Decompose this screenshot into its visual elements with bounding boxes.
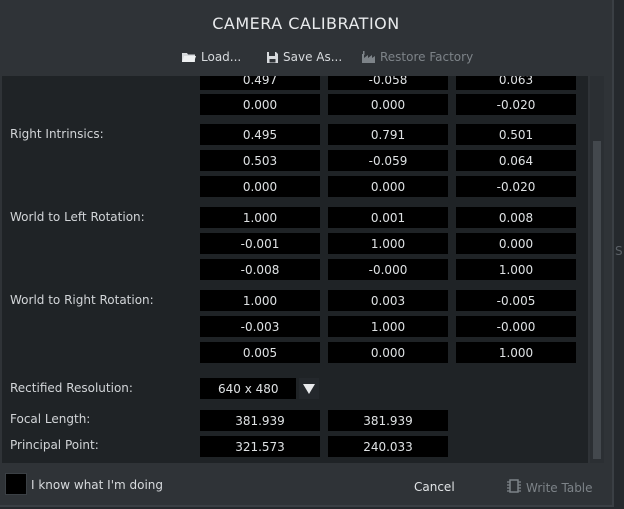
matrix-cell[interactable]: -0.003 [200,316,320,337]
resolution-dropdown-button[interactable] [299,378,319,399]
right-intrinsics-label: Right Intrinsics: [10,127,104,141]
matrix-cell[interactable]: -0.000 [456,316,576,337]
cancel-button[interactable]: Cancel [414,480,455,494]
matrix-cell[interactable]: 0.000 [328,94,448,115]
principal-point-label: Principal Point: [10,438,99,452]
save-as-label: Save As... [283,50,343,64]
background-edge-text: S [615,244,623,258]
matrix-cell[interactable]: 0.495 [200,124,320,145]
matrix-cell[interactable]: 0.064 [456,150,576,171]
load-button[interactable]: Load... [181,50,241,64]
calibration-table: Right Intrinsics: World to Left Rotation… [2,76,588,463]
matrix-cell[interactable]: 1.000 [456,259,576,280]
dialog-title: CAMERA CALIBRATION [212,14,400,33]
matrix-cell[interactable]: -0.001 [200,233,320,254]
matrix-cell[interactable]: 0.005 [200,342,320,363]
matrix-cell[interactable]: 1.000 [456,342,576,363]
i-know-checkbox-label: I know what I'm doing [31,478,164,492]
matrix-cell[interactable]: -0.059 [328,150,448,171]
chip-icon [507,478,521,497]
matrix-cell[interactable]: -0.008 [200,259,320,280]
focal-length-x-field[interactable]: 381.939 [200,410,320,431]
matrix-cell[interactable]: -0.020 [456,176,576,197]
matrix-cell[interactable]: 0.000 [200,176,320,197]
matrix-cell[interactable]: 0.497 [200,76,320,90]
save-as-button[interactable]: Save As... [266,50,342,64]
matrix-cell[interactable]: 0.501 [456,124,576,145]
matrix-cell[interactable]: 0.003 [328,290,448,311]
load-label: Load... [201,50,242,64]
matrix-cell[interactable]: -0.005 [456,290,576,311]
matrix-cell[interactable]: -0.020 [456,94,576,115]
matrix-cell[interactable]: 1.000 [200,290,320,311]
rectified-resolution-label: Rectified Resolution: [10,381,133,395]
factory-icon [361,51,376,63]
triangle-down-icon [303,379,315,398]
matrix-cell[interactable]: 0.001 [328,207,448,228]
i-know-checkbox[interactable] [5,473,27,495]
matrix-cell[interactable]: 0.503 [200,150,320,171]
world-to-left-rotation-label: World to Left Rotation: [10,210,145,224]
principal-point-x-field[interactable]: 321.573 [200,436,320,457]
matrix-cell[interactable]: 0.000 [328,342,448,363]
world-to-right-rotation-label: World to Right Rotation: [10,293,154,307]
matrix-cell[interactable]: 0.791 [328,124,448,145]
matrix-cell[interactable]: 0.000 [200,94,320,115]
scrollbar-thumb[interactable] [593,141,601,459]
rectified-resolution-select[interactable]: 640 x 480 [200,378,296,399]
principal-point-y-field[interactable]: 240.033 [328,436,448,457]
matrix-cell[interactable]: 1.000 [200,207,320,228]
matrix-cell[interactable]: 1.000 [328,233,448,254]
matrix-cell[interactable]: 0.000 [328,176,448,197]
restore-factory-label: Restore Factory [380,50,474,64]
folder-icon [181,51,197,63]
restore-factory-button[interactable]: Restore Factory [361,50,473,64]
floppy-disk-icon [266,51,279,64]
write-table-button[interactable]: Write Table [507,478,593,497]
matrix-cell[interactable]: -0.058 [328,76,448,90]
matrix-cell[interactable]: 1.000 [328,316,448,337]
matrix-cell[interactable]: 0.063 [456,76,576,90]
matrix-cell[interactable]: 0.000 [456,233,576,254]
matrix-cell[interactable]: 0.008 [456,207,576,228]
matrix-cell[interactable]: -0.000 [328,259,448,280]
toolbar: Load... Save As... Restore Factory [0,50,612,68]
vertical-scrollbar[interactable] [590,76,604,463]
focal-length-y-field[interactable]: 381.939 [328,410,448,431]
focal-length-label: Focal Length: [10,412,91,426]
write-table-label: Write Table [526,480,593,495]
